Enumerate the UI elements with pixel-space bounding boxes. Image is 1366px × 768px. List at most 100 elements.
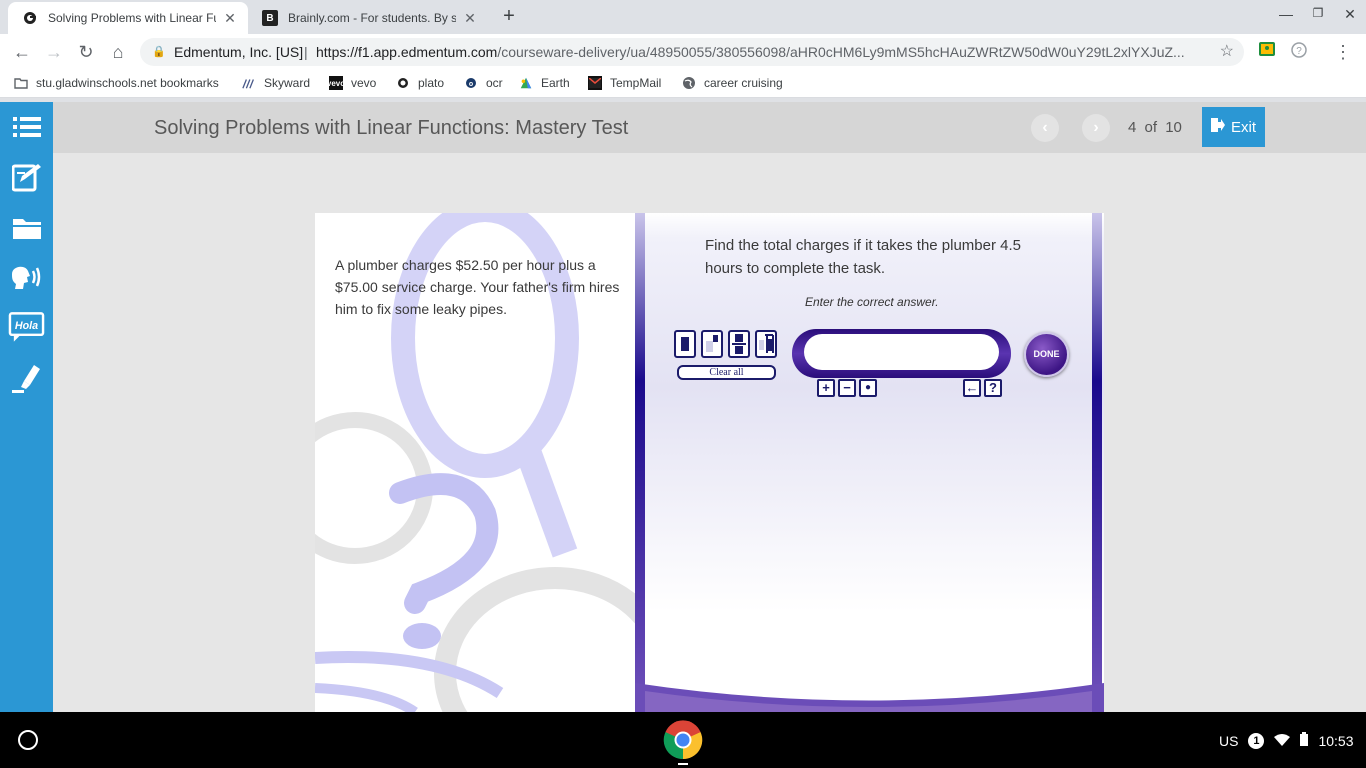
globe-icon bbox=[682, 76, 696, 90]
os-taskbar: US 1 10:53 bbox=[0, 712, 1366, 768]
tools-sidebar: Hola bbox=[0, 102, 53, 712]
minimize-icon[interactable]: — bbox=[1276, 6, 1296, 22]
url-host: https://f1.app.edmentum.com bbox=[316, 44, 498, 60]
bookmark-star-icon[interactable]: ☆ bbox=[1220, 38, 1234, 66]
exit-label: Exit bbox=[1230, 118, 1256, 136]
ocr-icon: o bbox=[464, 76, 478, 90]
earth-icon bbox=[519, 76, 533, 90]
plus-sign-button[interactable]: + bbox=[817, 379, 835, 397]
tab-brainly[interactable]: B Brainly.com - For students. By st ✕ bbox=[248, 2, 488, 34]
keyboard-locale: US bbox=[1219, 732, 1239, 749]
menu-icon[interactable] bbox=[8, 109, 45, 145]
question-text: Find the total charges if it takes the p… bbox=[705, 237, 1022, 277]
tool-mixed-number-button[interactable] bbox=[755, 330, 777, 358]
help-extension-icon[interactable]: ? bbox=[1289, 42, 1309, 62]
restore-icon[interactable]: ❐ bbox=[1308, 6, 1328, 20]
question-counter: 4 of 10 bbox=[1128, 119, 1182, 136]
tool-fraction-button[interactable] bbox=[728, 330, 750, 358]
svg-text:o: o bbox=[469, 81, 473, 88]
skyward-icon bbox=[242, 76, 256, 90]
bookmark-label: Skyward bbox=[264, 76, 311, 90]
bookmark-label: TempMail bbox=[610, 76, 662, 90]
folder-icon bbox=[14, 76, 28, 90]
problem-prompt: A plumber charges $52.50 per hour plus a… bbox=[335, 257, 620, 317]
done-button[interactable]: DONE bbox=[1024, 332, 1069, 377]
tab-edmentum[interactable]: Solving Problems with Linear Fu ✕ bbox=[8, 2, 248, 34]
site-name: Edmentum, Inc. [US] bbox=[174, 44, 304, 60]
clear-all-button[interactable]: Clear all bbox=[677, 365, 776, 380]
page-title: Solving Problems with Linear Functions: … bbox=[154, 117, 629, 139]
tab-close-icon[interactable]: ✕ bbox=[222, 10, 238, 27]
bookmark-tempmail[interactable]: TempMail bbox=[588, 76, 661, 90]
bookmark-label: career cruising bbox=[704, 76, 783, 90]
decimal-point-button[interactable]: ● bbox=[859, 379, 877, 397]
battery-icon bbox=[1300, 732, 1309, 749]
notes-icon[interactable] bbox=[8, 159, 45, 195]
clock: 10:53 bbox=[1318, 732, 1354, 749]
bookmark-label: ocr bbox=[486, 76, 503, 90]
brainly-icon: B bbox=[262, 10, 278, 26]
close-window-icon[interactable]: ✕ bbox=[1340, 6, 1360, 23]
notification-badge: 1 bbox=[1248, 732, 1265, 749]
url-path: /courseware-delivery/ua/48950055/3805560… bbox=[497, 44, 1185, 60]
help-button[interactable]: ? bbox=[984, 379, 1002, 397]
tab-close-icon[interactable]: ✕ bbox=[462, 10, 478, 27]
backspace-button[interactable]: ← bbox=[963, 379, 981, 397]
classroom-extension-icon[interactable] bbox=[1257, 42, 1277, 62]
bookmark-earth[interactable]: Earth bbox=[519, 76, 570, 90]
next-question-button[interactable]: › bbox=[1082, 114, 1110, 142]
chrome-icon[interactable] bbox=[663, 720, 703, 760]
minus-sign-button[interactable]: − bbox=[838, 379, 856, 397]
new-tab-button[interactable]: + bbox=[498, 5, 520, 27]
reload-icon[interactable]: ↻ bbox=[74, 40, 98, 64]
tab-title: Solving Problems with Linear Fu bbox=[48, 11, 216, 25]
bookmark-career-cruising[interactable]: career cruising bbox=[682, 76, 783, 90]
bookmark-vevo[interactable]: vevo vevo bbox=[327, 76, 377, 90]
bookmarks-bar: stu.gladwinschools.net bookmarks Skyward… bbox=[0, 70, 1366, 98]
instruction-text: Enter the correct answer. bbox=[805, 295, 939, 309]
bookmark-label: plato bbox=[418, 76, 445, 90]
tab-strip: Solving Problems with Linear Fu ✕ B Brai… bbox=[0, 0, 1366, 34]
answer-pane-frame bbox=[635, 213, 1104, 712]
mail-icon bbox=[588, 76, 602, 90]
app-header: Solving Problems with Linear Functions: … bbox=[53, 102, 1366, 153]
counter-of: of bbox=[1144, 119, 1158, 136]
forward-icon[interactable]: → bbox=[42, 40, 66, 64]
running-indicator bbox=[678, 763, 688, 765]
bookmark-folder[interactable]: stu.gladwinschools.net bookmarks bbox=[14, 76, 219, 90]
browser-menu-icon[interactable]: ⋮ bbox=[1333, 42, 1353, 62]
address-bar[interactable]: 🔒 Edmentum, Inc. [US] | https://f1.app.e… bbox=[140, 38, 1244, 66]
answer-input[interactable] bbox=[804, 334, 999, 370]
edmentum-icon bbox=[22, 10, 38, 26]
back-icon[interactable]: ← bbox=[10, 40, 34, 64]
system-tray[interactable]: US 1 10:53 bbox=[1219, 732, 1354, 749]
answer-field-frame bbox=[792, 329, 1011, 378]
app-area: Hola Solving Problems with Linear Functi… bbox=[0, 102, 1366, 712]
launcher-icon[interactable] bbox=[18, 730, 38, 750]
prompt-pane: A plumber charges $52.50 per hour plus a… bbox=[315, 213, 635, 712]
wifi-icon bbox=[1274, 733, 1291, 749]
speech-icon[interactable] bbox=[8, 259, 45, 295]
bookmark-skyward[interactable]: Skyward bbox=[242, 76, 310, 90]
question-card: A plumber charges $52.50 per hour plus a… bbox=[315, 213, 1104, 712]
bookmark-plato[interactable]: plato bbox=[396, 76, 444, 90]
home-icon[interactable]: ⌂ bbox=[106, 40, 130, 64]
vevo-icon: vevo bbox=[327, 76, 345, 90]
edmentum-icon bbox=[396, 76, 410, 90]
tool-exponent-button[interactable] bbox=[701, 330, 723, 358]
highlighter-icon[interactable] bbox=[8, 359, 45, 395]
previous-question-button[interactable]: ‹ bbox=[1031, 114, 1059, 142]
translate-label: Hola bbox=[15, 320, 38, 332]
tool-integer-button[interactable] bbox=[674, 330, 696, 358]
address-separator: | bbox=[304, 44, 308, 60]
exit-button[interactable]: Exit bbox=[1202, 107, 1265, 147]
current-question: 4 bbox=[1128, 119, 1137, 136]
translate-icon[interactable]: Hola bbox=[8, 309, 45, 345]
folder-icon[interactable] bbox=[8, 210, 45, 246]
bookmark-label: vevo bbox=[351, 76, 377, 90]
bookmark-ocr[interactable]: o ocr bbox=[464, 76, 503, 90]
total-questions: 10 bbox=[1165, 119, 1182, 136]
browser-toolbar: ← → ↻ ⌂ 🔒 Edmentum, Inc. [US] | https://… bbox=[0, 34, 1366, 70]
tab-title: Brainly.com - For students. By st bbox=[288, 11, 456, 25]
exit-icon bbox=[1210, 118, 1225, 136]
